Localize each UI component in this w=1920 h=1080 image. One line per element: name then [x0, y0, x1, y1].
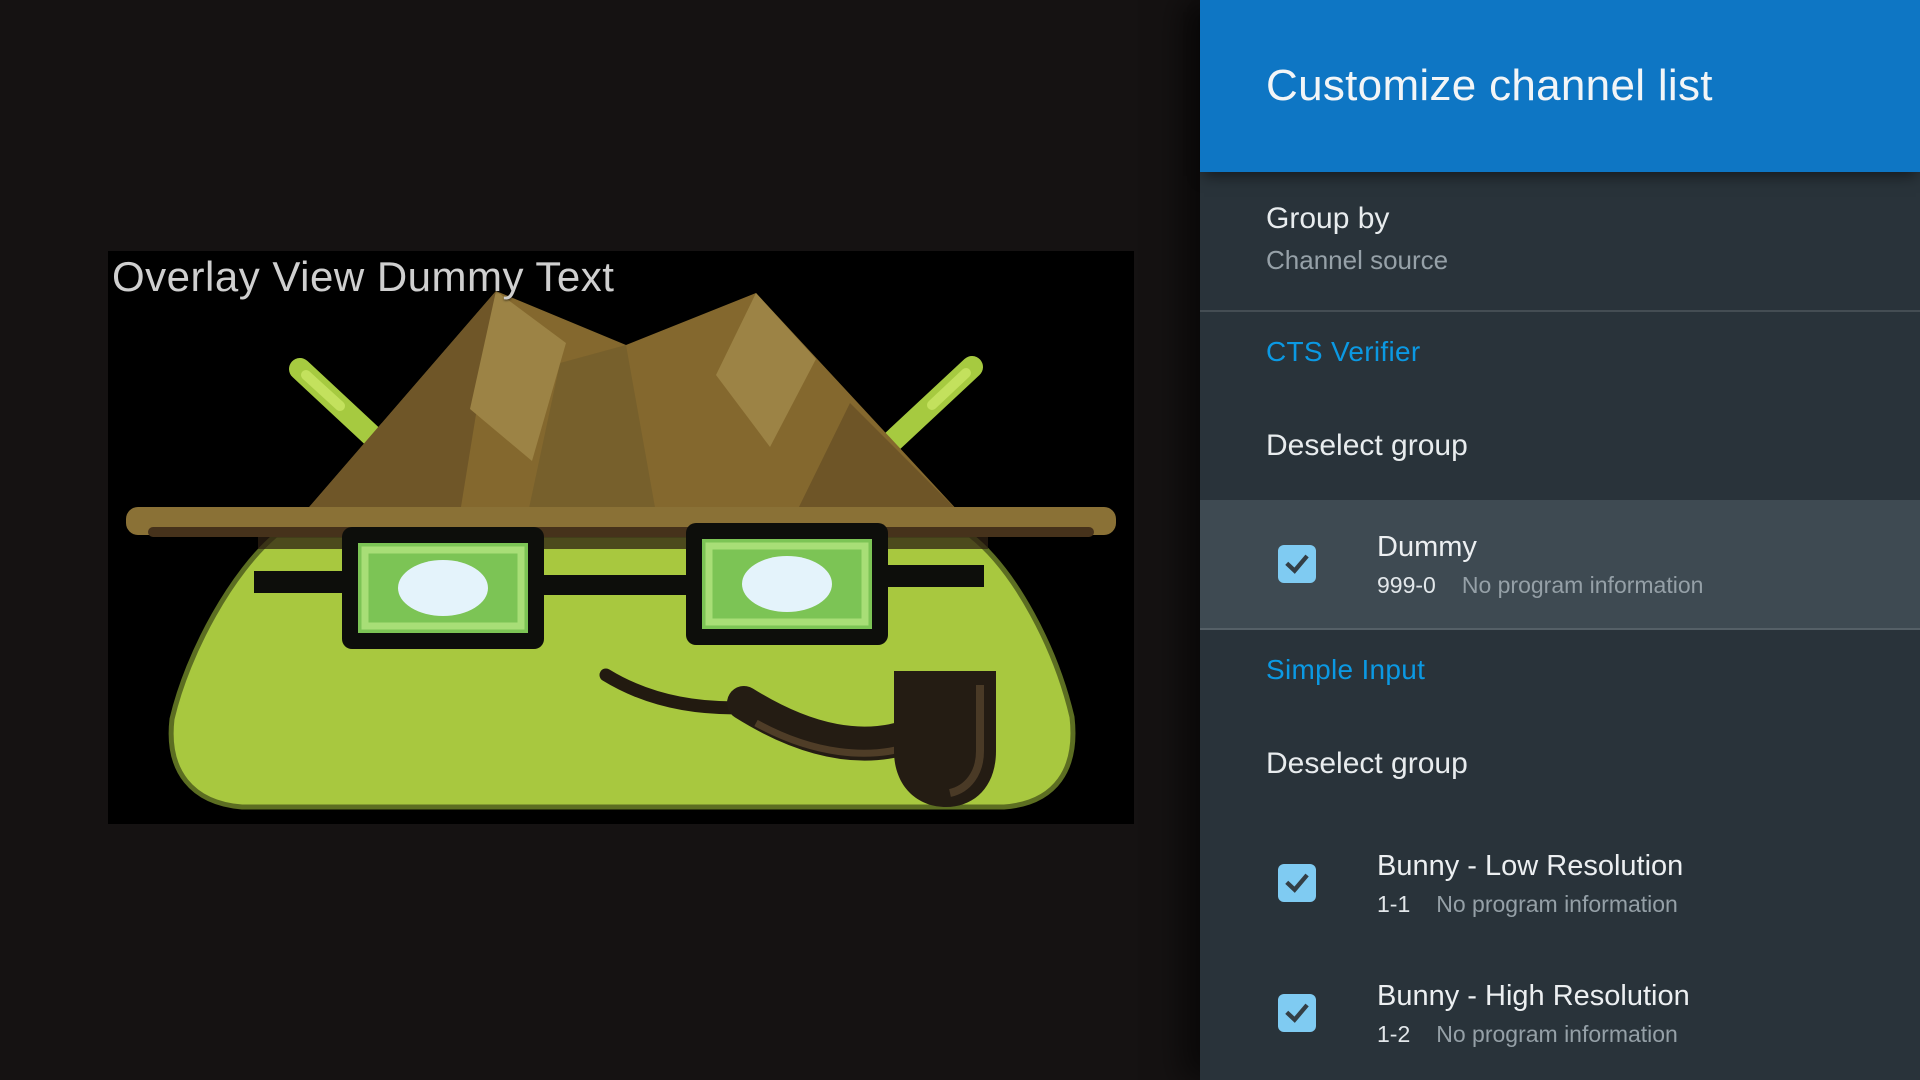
channel-program-info: No program information: [1436, 890, 1678, 917]
check-icon: [1285, 554, 1309, 574]
checkbox-checked[interactable]: [1278, 545, 1316, 583]
panel-body: Group by Channel source CTS Verifier Des…: [1200, 172, 1920, 1078]
tv-screen: Overlay View Dummy Text Customize channe…: [0, 0, 1920, 1080]
channel-title: Dummy: [1377, 530, 1477, 563]
channel-subtitle: 999-0 No program information: [1377, 570, 1703, 600]
channel-number: 999-0: [1377, 571, 1436, 598]
group-by-value: Channel source: [1266, 245, 1449, 275]
channel-program-info: No program information: [1461, 571, 1704, 598]
check-icon: [1285, 873, 1309, 893]
customize-channel-panel: Customize channel list Group by Channel …: [1200, 0, 1920, 1080]
channel-program-info: No program information: [1436, 1020, 1678, 1047]
channel-number: 1-2: [1377, 1020, 1411, 1047]
channel-subtitle: 1-2 No program information: [1377, 1019, 1690, 1049]
channel-subtitle: 1-1 No program information: [1377, 889, 1683, 919]
channel-text: Bunny - High Resolution 1-2 No program i…: [1377, 978, 1690, 1049]
channel-row-bunny-high[interactable]: Bunny - High Resolution 1-2 No program i…: [1200, 948, 1920, 1078]
panel-header: Customize channel list: [1200, 0, 1920, 172]
channel-number: 1-1: [1377, 890, 1411, 917]
android-detective-image: [126, 291, 1116, 810]
channel-title: Bunny - Low Resolution: [1377, 849, 1684, 882]
check-icon: [1285, 1003, 1309, 1023]
channel-row-dummy[interactable]: Dummy 999-0 No program information: [1200, 500, 1920, 630]
checkbox-checked[interactable]: [1278, 994, 1316, 1032]
channel-row-bunny-low[interactable]: Bunny - Low Resolution 1-1 No program in…: [1200, 818, 1920, 948]
section-header-simple-input: Simple Input: [1266, 654, 1426, 685]
channel-text: Dummy 999-0 No program information: [1377, 529, 1703, 600]
checkbox-checked[interactable]: [1278, 864, 1316, 902]
overlay-text: Overlay View Dummy Text: [112, 253, 615, 300]
channel-title: Bunny - High Resolution: [1377, 979, 1690, 1012]
deselect-group-button-simple-input[interactable]: Deselect group: [1200, 710, 1920, 818]
deselect-group-button-cts[interactable]: Deselect group: [1200, 392, 1920, 500]
section-header-cts-verifier: CTS Verifier: [1266, 336, 1421, 367]
page-title: Customize channel list: [1266, 61, 1713, 110]
channel-text: Bunny - Low Resolution 1-1 No program in…: [1377, 848, 1683, 919]
group-by-label: Group by: [1266, 202, 1390, 235]
group-by-item[interactable]: Group by Channel source: [1200, 172, 1920, 310]
broadcast-background: Overlay View Dummy Text: [0, 0, 1200, 1080]
overlay-view: Overlay View Dummy Text: [108, 251, 1134, 824]
